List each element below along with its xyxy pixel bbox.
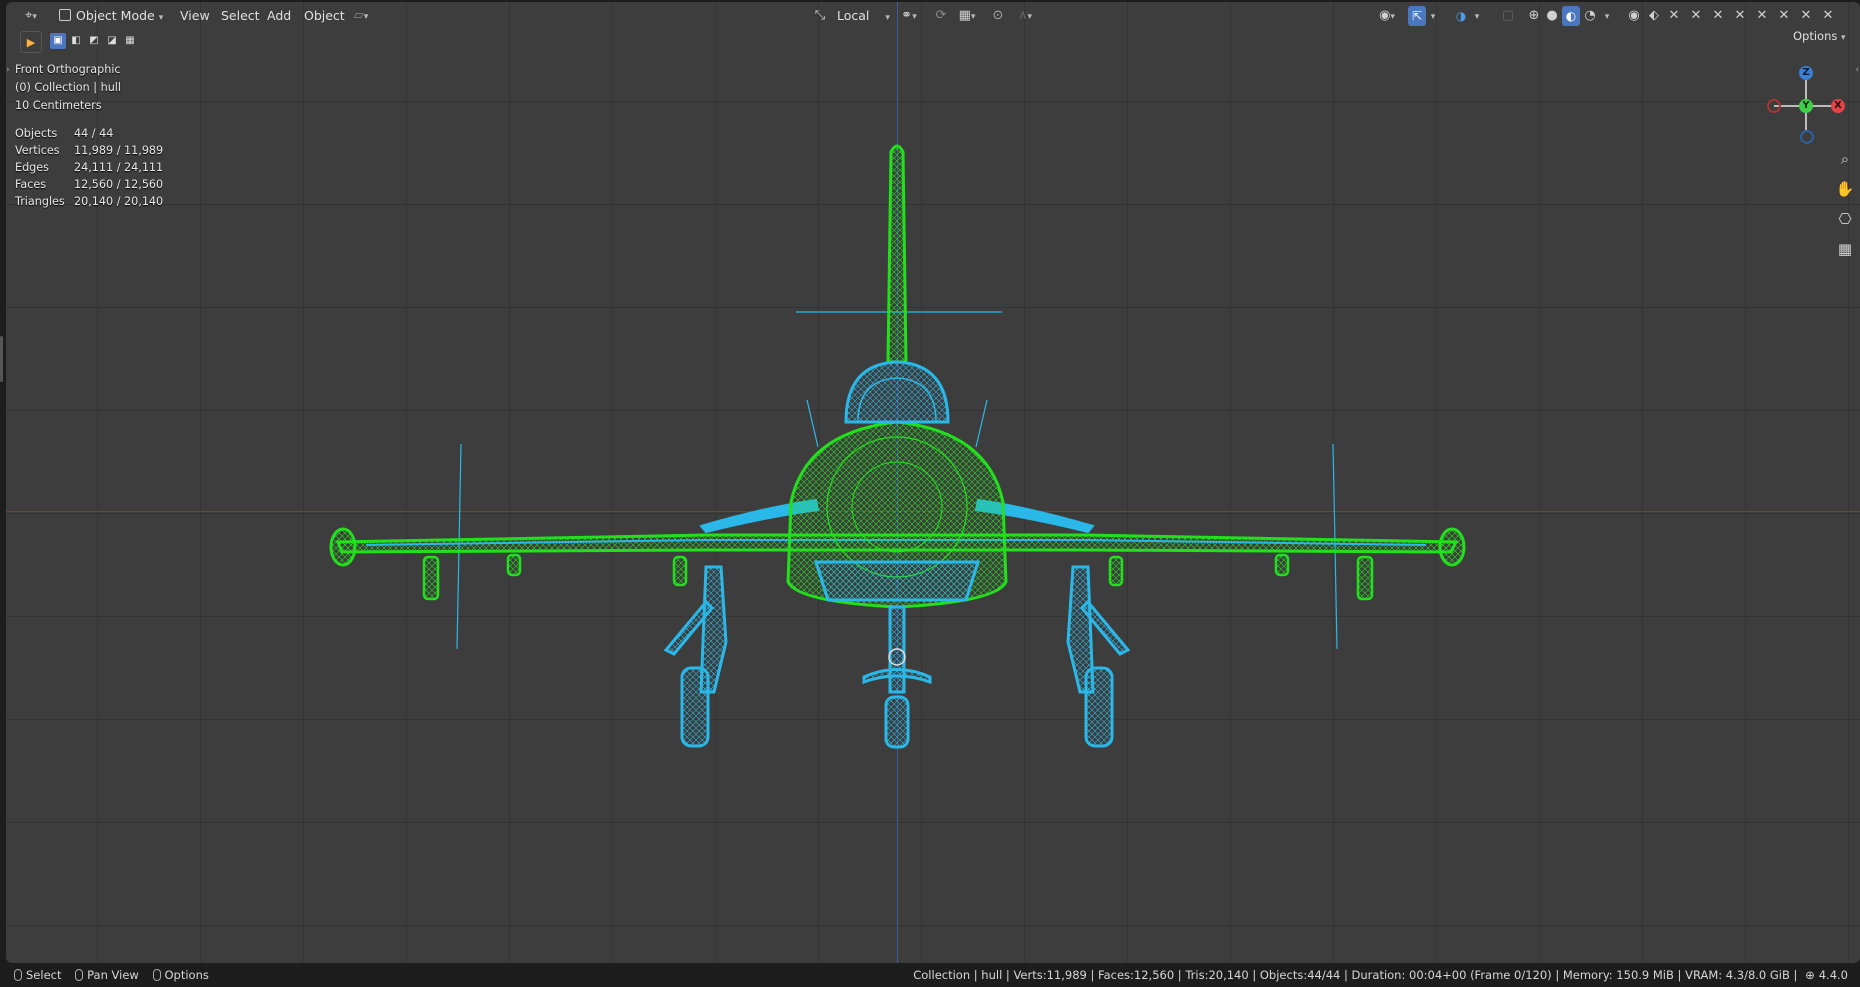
grid-scale: 10 Centimeters xyxy=(15,99,102,112)
transform-orientation-icon: ⤡ xyxy=(814,8,826,23)
overlays-toggle-icon[interactable]: ◑ xyxy=(1452,6,1470,26)
scene-info-text: Collection | hull | Verts:11,989 | Faces… xyxy=(913,968,1802,982)
gizmo-neg-x-ball[interactable] xyxy=(1767,99,1781,113)
gizmo-y-ball[interactable]: Y xyxy=(1799,99,1813,113)
mouse-middle-icon xyxy=(75,969,84,981)
stat-edges: Edges 24,111 / 24,111 xyxy=(15,161,163,174)
menu-add[interactable]: Add xyxy=(262,6,296,26)
stat-objects: Objects 44 / 44 xyxy=(15,127,113,140)
select-mode-intersect-icon[interactable]: ▦ xyxy=(122,33,138,49)
shading-dropdown-icon[interactable]: ▾ xyxy=(1602,6,1612,26)
stat-faces: Faces 12,560 / 12,560 xyxy=(15,178,163,191)
collection-toggle-6-icon[interactable]: ✕ xyxy=(1776,6,1792,26)
status-bar: Select Pan View Options Collection | hul… xyxy=(0,964,1860,987)
rendered-shading-icon[interactable]: ◔ xyxy=(1582,6,1598,26)
3d-viewport[interactable]: ⌖▾ Object Mode ▾ View Select Add Object … xyxy=(6,2,1860,963)
options-dropdown[interactable]: Options ▾ xyxy=(1788,26,1851,46)
collection-toggle-2-icon[interactable]: ✕ xyxy=(1688,6,1704,26)
falloff-icon[interactable]: ∧▾ xyxy=(1010,6,1040,26)
editor-type-icon[interactable]: ⌖▾ xyxy=(18,6,44,26)
select-mode-subtract-icon[interactable]: ◩ xyxy=(86,33,102,49)
gizmo-toggle-icon[interactable]: ⇱ xyxy=(1408,6,1426,26)
object-mode-icon xyxy=(59,9,71,21)
stat-value: 44 / 44 xyxy=(74,127,114,140)
menu-view[interactable]: View xyxy=(175,6,215,26)
hint-label: Select xyxy=(26,968,62,982)
gizmo-dropdown-icon[interactable]: ▾ xyxy=(1428,6,1438,26)
network-icon: ⊕ xyxy=(1805,968,1815,982)
fuselage xyxy=(786,420,1008,609)
stat-value: 11,989 / 11,989 xyxy=(74,144,164,157)
pan-hand-icon[interactable]: ✋ xyxy=(1833,177,1857,201)
proportional-edit-icon[interactable]: ⊙ xyxy=(990,6,1006,26)
stat-vertices: Vertices 11,989 / 11,989 xyxy=(15,144,163,157)
hint-pan-view: Pan View xyxy=(75,968,139,982)
transform-orientation-dropdown[interactable]: Local ▾ xyxy=(832,6,895,26)
hint-select: Select xyxy=(14,968,61,982)
mode-label: Object Mode xyxy=(76,8,155,23)
view-name: Front Orthographic xyxy=(15,63,121,76)
pivot-point-icon[interactable]: ⚭▾ xyxy=(896,6,922,26)
select-toggle-icon[interactable]: ⬖ xyxy=(1646,6,1662,26)
zoom-icon[interactable]: ⌕ xyxy=(1833,147,1857,171)
xray-toggle-icon[interactable]: ▢ xyxy=(1500,6,1516,26)
select-mode-invert-icon[interactable]: ◪ xyxy=(104,33,120,49)
mouse-left-icon xyxy=(14,969,22,981)
stat-label: Triangles xyxy=(15,195,65,208)
sidebar-expand-icon[interactable]: ‹ xyxy=(1855,65,1859,75)
collection-toggle-5-icon[interactable]: ✕ xyxy=(1754,6,1770,26)
canopy xyxy=(844,360,950,424)
eye-icon[interactable]: ◉ xyxy=(1626,6,1642,26)
collection-toggle-4-icon[interactable]: ✕ xyxy=(1732,6,1748,26)
cursor-arrow-icon: ▶ xyxy=(26,36,36,49)
aircraft-wireframe[interactable] xyxy=(6,2,1860,963)
stat-value: 12,560 / 12,560 xyxy=(74,178,164,191)
transform-orientation-label: Local xyxy=(837,8,870,23)
collection-toggle-7-icon[interactable]: ✕ xyxy=(1798,6,1814,26)
gizmo-z-ball[interactable]: Z xyxy=(1799,66,1813,80)
snap-target-icon[interactable]: ▦▾ xyxy=(952,6,982,26)
collection-toggle-8-icon[interactable]: ✕ xyxy=(1820,6,1836,26)
menu-object[interactable]: Object xyxy=(299,6,350,26)
mode-dropdown[interactable]: Object Mode ▾ xyxy=(54,6,168,26)
select-mode-new-icon[interactable]: ▣ xyxy=(50,33,66,49)
collection-toggle-1-icon[interactable]: ✕ xyxy=(1666,6,1682,26)
menu-select[interactable]: Select xyxy=(216,6,265,26)
gizmo-x-ball[interactable]: X xyxy=(1831,99,1845,113)
hint-options: Options xyxy=(152,968,209,982)
stat-label: Objects xyxy=(15,127,58,140)
select-mode-extend-icon[interactable]: ◧ xyxy=(68,33,84,49)
gpencil-icon[interactable]: ▱▾ xyxy=(346,6,376,26)
snap-toggle-icon[interactable]: ⟳ xyxy=(934,6,948,26)
collection-toggle-3-icon[interactable]: ✕ xyxy=(1710,6,1726,26)
collection-info: (0) Collection | hull xyxy=(15,81,122,94)
viewport-header: ⌖▾ Object Mode ▾ View Select Add Object … xyxy=(6,2,1860,30)
gizmo-neg-z-ball[interactable] xyxy=(1800,130,1814,144)
stat-value: 20,140 / 20,140 xyxy=(74,195,164,208)
version-label: 4.4.0 xyxy=(1818,968,1848,982)
overlays-dropdown-icon[interactable]: ▾ xyxy=(1472,6,1482,26)
stat-value: 24,111 / 24,111 xyxy=(74,161,164,174)
scene-statistics: Collection | hull | Verts:11,989 | Faces… xyxy=(913,964,1848,987)
options-label: Options xyxy=(1793,29,1838,43)
hint-label: Pan View xyxy=(87,968,139,982)
stat-label: Faces xyxy=(15,178,47,191)
navigation-gizmo[interactable]: Z Y X xyxy=(1766,60,1846,144)
stat-label: Edges xyxy=(15,161,49,174)
toolbar-expand-icon[interactable]: › xyxy=(6,65,10,75)
material-preview-icon[interactable]: ◐ xyxy=(1562,6,1580,26)
keymap-hints: Select Pan View Options xyxy=(14,964,219,987)
wireframe-shading-icon[interactable]: ⊕ xyxy=(1526,6,1542,26)
stat-label: Vertices xyxy=(15,144,60,157)
ortho-grid-icon[interactable]: ▦ xyxy=(1833,237,1857,261)
hint-label: Options xyxy=(164,968,209,982)
solid-shading-icon[interactable]: ● xyxy=(1544,6,1560,26)
region-handle[interactable] xyxy=(0,336,3,382)
object-type-visibility-icon[interactable]: ◉▾ xyxy=(1372,6,1402,26)
mouse-right-icon xyxy=(152,969,161,981)
select-tool-button[interactable]: ▶ xyxy=(20,31,42,53)
camera-view-icon[interactable]: ⎔ xyxy=(1833,207,1857,231)
stat-triangles: Triangles 20,140 / 20,140 xyxy=(15,195,163,208)
tail-fin xyxy=(886,144,908,364)
